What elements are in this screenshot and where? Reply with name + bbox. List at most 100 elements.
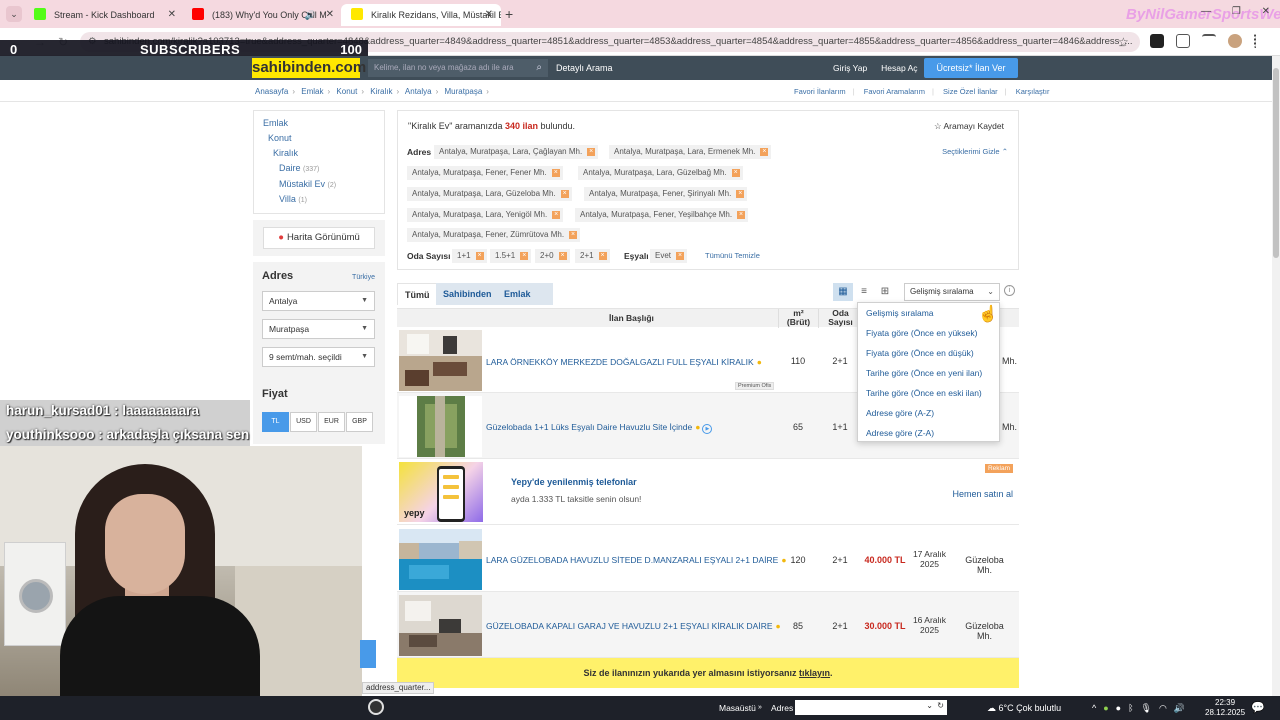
breadcrumb-item[interactable]: Antalya (405, 87, 432, 96)
bluetooth-icon[interactable]: ᛒ (1128, 703, 1133, 713)
tab-search-button[interactable]: ⌄ (6, 6, 22, 22)
column-rooms[interactable]: Oda Sayısı (818, 309, 862, 328)
category-konut[interactable]: Konut (268, 133, 292, 143)
listing-title-link[interactable]: LARA GÜZELOBADA HAVUZLU SİTEDE D.MANZARA… (486, 555, 786, 565)
tab-kick-dashboard[interactable]: Stream - Kick Dashboard ✕ (24, 4, 184, 26)
menu-list-icon[interactable] (1202, 34, 1216, 48)
ad-title[interactable]: Yepy'de yenilenmiş telefonlar (511, 477, 637, 487)
ad-image[interactable]: yepy (399, 462, 483, 522)
map-view-button[interactable]: ● Harita Görünümü (263, 227, 375, 249)
currency-tl[interactable]: TL (262, 412, 289, 432)
filter-chip[interactable]: Antalya, Muratpaşa, Lara, Güzelbağ Mh. (578, 166, 743, 180)
listing-title-link[interactable]: LARA ÖRNEKKÖY MERKEZDE DOĞALGAZLI FULL E… (486, 357, 762, 367)
wifi-icon[interactable]: ◠ (1159, 703, 1167, 713)
taskbar-clock[interactable]: 22:39 28.12.2025 (1205, 698, 1245, 718)
list-view-icon[interactable]: ≡ (854, 283, 874, 301)
category-daire[interactable]: Daire (337) (279, 163, 319, 173)
login-link[interactable]: Giriş Yap (833, 63, 867, 73)
minimize-icon[interactable]: — (1201, 6, 1211, 17)
desktop-toolbar[interactable]: Masaüstü (719, 696, 756, 720)
microphone-icon[interactable]: 🎙 (1141, 703, 1152, 713)
neighborhood-select[interactable]: 9 semt/mah. seçildi ▼ (262, 347, 375, 367)
sort-option[interactable]: Tarihe göre (Önce en eski ilan) (866, 388, 982, 398)
filter-chip[interactable]: Antalya, Muratpaşa, Fener, Fener Mh. (407, 166, 563, 180)
tab-all[interactable]: Tümü (397, 283, 438, 305)
speaker-icon[interactable]: 🔊 (305, 4, 316, 26)
filter-chip[interactable]: Antalya, Muratpaşa, Lara, Ermenek Mh. (609, 145, 772, 159)
filter-chip[interactable]: Antalya, Muratpaşa, Lara, Yenigöl Mh. (407, 208, 564, 222)
close-tab-icon[interactable]: ✕ (326, 4, 334, 26)
tray-icon[interactable]: ● (1116, 703, 1121, 713)
sort-option[interactable]: Adrese göre (A-Z) (866, 408, 934, 418)
app-tray-icon[interactable]: ● (1103, 703, 1108, 713)
breadcrumb-item[interactable]: Muratpaşa (445, 87, 483, 96)
listing-photo[interactable] (399, 595, 482, 656)
free-ad-button[interactable]: Ücretsiz* İlan Ver (924, 58, 1018, 78)
tab-sahibinden[interactable]: Kiralık Rezidans, Villa, Müstakil E ✕ (341, 4, 501, 26)
new-tab-button[interactable]: + (505, 4, 513, 24)
listing-title-link[interactable]: GÜZELOBADA KAPALI GARAJ VE HAVUZLU 2+1 E… (486, 621, 781, 631)
table-row[interactable]: GÜZELOBADA KAPALI GARAJ VE HAVUZLU 2+1 E… (397, 592, 1019, 658)
register-link[interactable]: Hesap Aç (881, 63, 917, 73)
hidden-button-edge[interactable] (360, 640, 376, 668)
currency-usd[interactable]: USD (290, 412, 317, 432)
detailed-search-link[interactable]: Detaylı Arama (556, 56, 613, 80)
breadcrumb-item[interactable]: Emlak (301, 87, 323, 96)
more-options-icon[interactable] (1254, 34, 1258, 48)
province-select[interactable]: Antalya ▼ (262, 291, 375, 311)
filter-chip[interactable]: Antalya, Muratpaşa, Lara, Çağlayan Mh. (434, 145, 599, 159)
grid-view-icon[interactable]: ⊞ (875, 283, 895, 301)
advertisement-row[interactable]: yepy Yepy'de yenilenmiş telefonlar ayda … (397, 459, 1019, 525)
chevron-down-icon[interactable]: ⌄ (926, 701, 933, 710)
buy-now-link[interactable]: Hemen satın al (952, 489, 1013, 499)
sort-option[interactable]: Fiyata göre (Önce en düşük) (866, 348, 974, 358)
maximize-icon[interactable]: ❐ (1232, 6, 1241, 17)
country-link[interactable]: Türkiye (352, 274, 375, 281)
close-window-icon[interactable]: ✕ (1262, 6, 1270, 17)
filter-chip[interactable]: Antalya, Muratpaşa, Lara, Güzeloba Mh. (407, 187, 572, 201)
filter-chip[interactable]: 1.5+1 (490, 249, 532, 263)
breadcrumb-item[interactable]: Konut (336, 87, 357, 96)
filter-chip[interactable]: Evet (650, 249, 688, 263)
refresh-icon[interactable]: ↻ (937, 701, 944, 710)
obs-icon[interactable] (368, 699, 384, 715)
search-icon[interactable]: ⌕ (536, 59, 542, 77)
listing-photo[interactable] (399, 529, 482, 590)
listing-photo[interactable] (399, 396, 482, 457)
sort-option[interactable]: Tarihe göre (Önce en yeni ilan) (866, 368, 982, 378)
puzzle-icon[interactable] (1176, 34, 1190, 48)
show-hidden-icons[interactable]: ^ (1092, 703, 1096, 713)
sort-option[interactable]: Gelişmiş sıralama (866, 308, 934, 318)
breadcrumb-item[interactable]: Kiralık (370, 87, 392, 96)
special-listings-link[interactable]: Size Özel İlanlar (943, 87, 998, 96)
volume-icon[interactable]: 🔊 (1174, 703, 1185, 713)
promo-link[interactable]: tıklayın (799, 668, 830, 678)
category-kiralik[interactable]: Kiralık (273, 148, 298, 158)
filter-chip[interactable]: Antalya, Muratpaşa, Fener, Yeşilbahçe Mh… (575, 208, 749, 222)
page-scrollbar[interactable] (1272, 56, 1280, 696)
listing-photo[interactable] (399, 330, 482, 391)
table-row[interactable]: LARA GÜZELOBADA HAVUZLU SİTEDE D.MANZARA… (397, 526, 1019, 592)
notification-icon[interactable]: 💬 (1251, 701, 1265, 714)
site-search-input[interactable]: Kelime, ilan no veya mağaza adı ile ara … (368, 59, 548, 77)
weather-widget[interactable]: ☁ 6°C Çok bulutlu (987, 696, 1061, 720)
fav-searches-link[interactable]: Favori Aramalarım (864, 87, 925, 96)
info-icon[interactable]: i (1004, 285, 1015, 296)
listing-title-link[interactable]: Güzelobada 1+1 Lüks Eşyalı Daire Havuzlu… (486, 422, 713, 434)
close-tab-icon[interactable]: ✕ (485, 4, 493, 26)
district-select[interactable]: Muratpaşa ▼ (262, 319, 375, 339)
filter-chip[interactable]: Antalya, Muratpaşa, Fener, Şirinyalı Mh. (584, 187, 748, 201)
category-emlak[interactable]: Emlak (263, 118, 288, 128)
category-villa[interactable]: Villa (1) (279, 194, 307, 204)
column-m2[interactable]: m² (Brüt) (778, 309, 818, 328)
category-mustakil[interactable]: Müstakil Ev (2) (279, 179, 336, 189)
filter-chip[interactable]: 2+1 (575, 249, 610, 263)
sort-option[interactable]: Adrese göre (Z-A) (866, 428, 934, 438)
clear-all-link[interactable]: Tümünü Temizle (705, 251, 760, 260)
sort-option[interactable]: Fiyata göre (Önce en yüksek) (866, 328, 978, 338)
toolbar-chevron-icon[interactable]: » (758, 696, 762, 720)
save-search-button[interactable]: ☆ Aramayı Kaydet (934, 121, 1004, 132)
extension-icon[interactable] (1150, 34, 1164, 48)
hide-selected-link[interactable]: Seçtiklerimi Gizle ⌃ (942, 147, 1008, 156)
breadcrumb-item[interactable]: Anasayfa (255, 87, 288, 96)
